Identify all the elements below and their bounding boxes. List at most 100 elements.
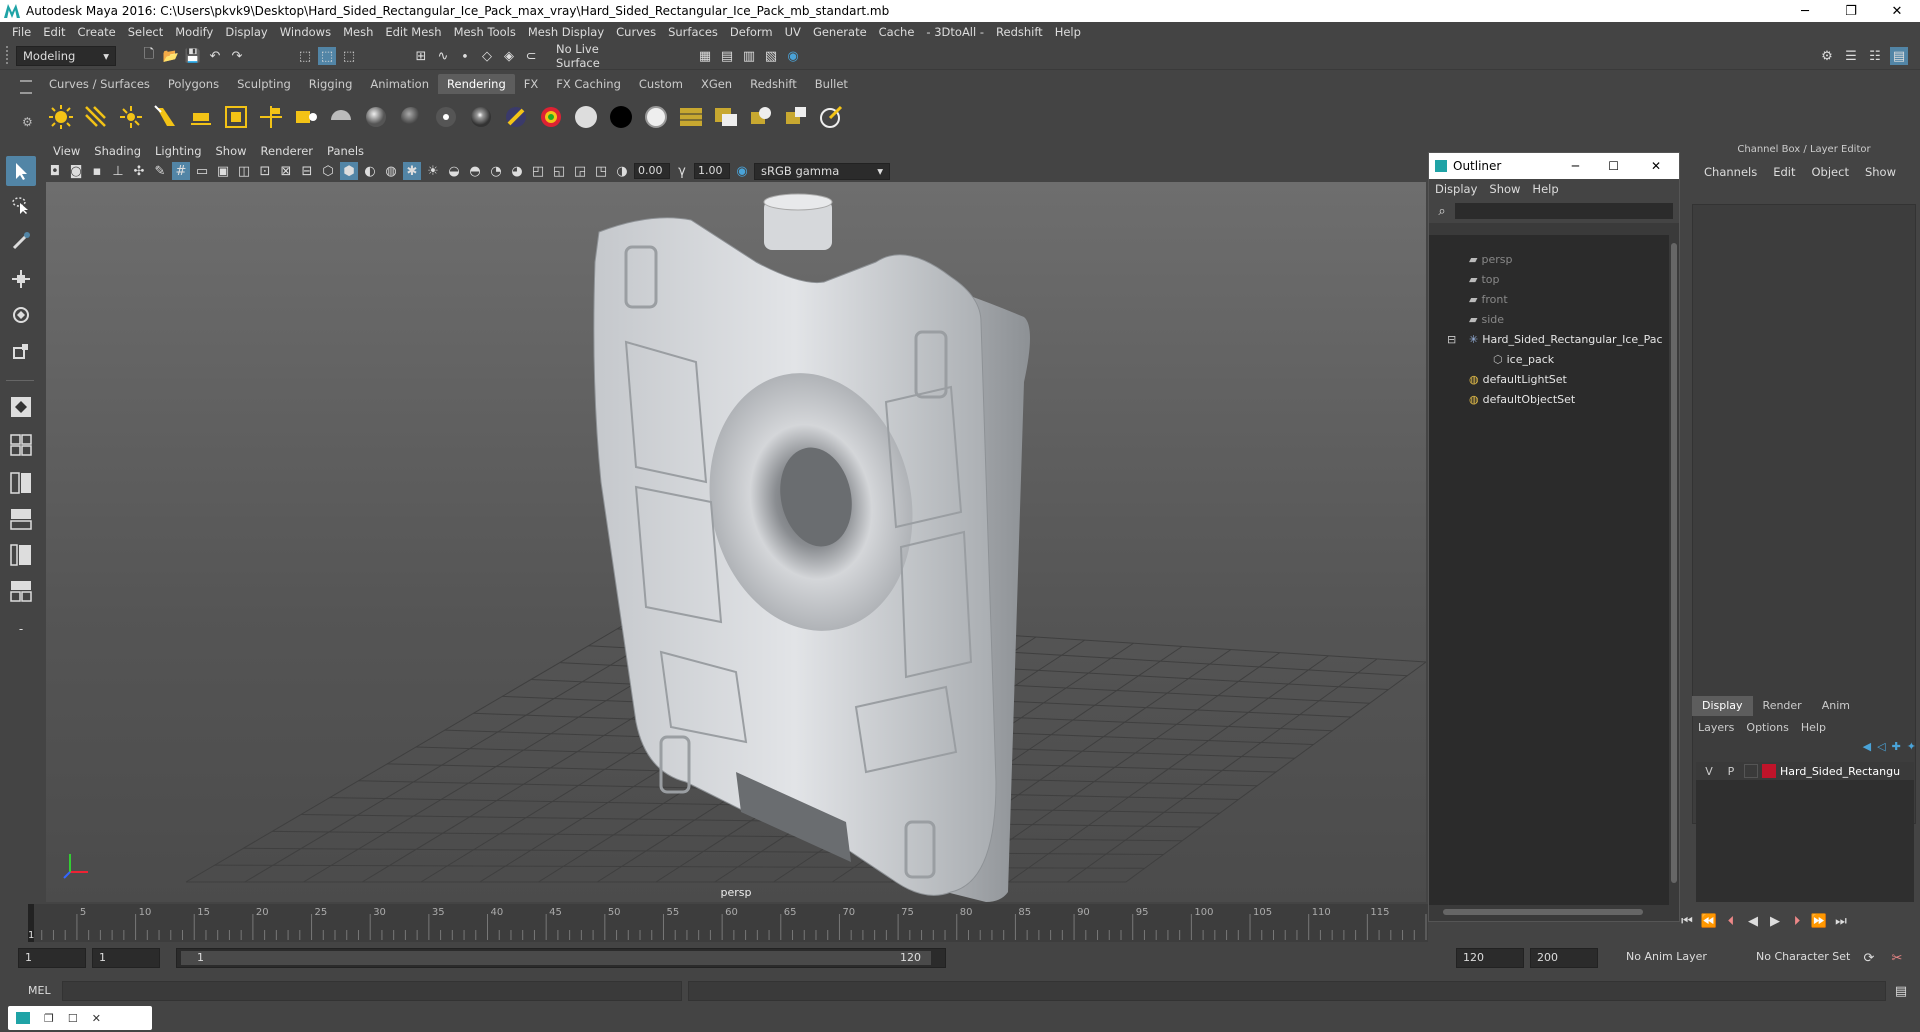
exposure-input[interactable]: 0.00 (634, 163, 670, 179)
phong-material-icon[interactable] (396, 102, 426, 132)
search-icon[interactable]: ⌕ (1433, 202, 1451, 220)
close-icon[interactable]: ✕ (92, 1012, 101, 1025)
select-camera-icon[interactable]: ◘ (46, 162, 64, 180)
shelf-tab-custom[interactable]: Custom (630, 74, 692, 94)
outliner-item-camera[interactable]: ▰ side (1469, 311, 1504, 329)
camera-icon[interactable] (256, 102, 286, 132)
collapse-icon[interactable]: ⊟ (1447, 331, 1456, 349)
layer-menu-item-layers[interactable]: Layers (1692, 718, 1740, 738)
channel-box-menu-item-2[interactable]: Object (1804, 165, 1857, 179)
ipr-render-icon[interactable]: ▥ (740, 47, 758, 65)
select-object-icon[interactable]: ⬚ (318, 47, 336, 65)
end-time-field[interactable]: 200 (1530, 948, 1598, 968)
blinn-material-icon[interactable] (361, 102, 391, 132)
menu-item-16[interactable]: Cache (873, 25, 921, 39)
animation-prefs-icon[interactable]: ✂ (1888, 949, 1906, 967)
field-chart-icon[interactable]: ⊡ (256, 162, 274, 180)
color-management-icon[interactable]: ◉ (733, 162, 751, 180)
playback-end-field[interactable]: 120 (1456, 948, 1524, 968)
layer-playback-toggle[interactable]: P (1722, 765, 1740, 778)
paint-select-icon[interactable] (6, 226, 36, 256)
outliner-search-input[interactable] (1455, 203, 1673, 219)
move-layer-up-icon[interactable]: ◀ (1863, 740, 1871, 760)
close-button[interactable]: ✕ (1651, 159, 1661, 173)
shelf-settings-icon[interactable]: ⚙ (22, 115, 33, 129)
viewport-menu-item-2[interactable]: Lighting (148, 142, 208, 160)
go-to-start-icon[interactable]: ⏮ (1678, 912, 1696, 930)
save-scene-icon[interactable]: 💾 (184, 47, 202, 65)
maximize-icon[interactable]: ☐ (68, 1012, 78, 1025)
restore-icon[interactable]: ❐ (44, 1012, 54, 1025)
new-layer-icon[interactable]: ✚ (1892, 740, 1901, 760)
grip-handle[interactable] (6, 46, 12, 64)
menu-item-14[interactable]: UV (779, 25, 807, 39)
outliner-item-camera[interactable]: ▰ top (1469, 271, 1500, 289)
move-layer-down-icon[interactable]: ◁ (1877, 740, 1885, 760)
menu-item-5[interactable]: Display (219, 25, 273, 39)
menu-item-17[interactable]: - 3DtoAll - (920, 25, 990, 39)
layer-tab-display[interactable]: Display (1692, 696, 1753, 716)
layer-visibility-toggle[interactable]: V (1700, 765, 1718, 778)
select-component-icon[interactable]: ⬚ (340, 47, 358, 65)
snap-surface-icon[interactable]: ◈ (500, 47, 518, 65)
phonge-material-icon[interactable] (431, 102, 461, 132)
camera-aim-icon[interactable] (291, 102, 321, 132)
channel-box-menu-item-0[interactable]: Channels (1696, 165, 1765, 179)
shelf-tab-rendering[interactable]: Rendering (438, 74, 515, 94)
minimized-window[interactable]: ❐ ☐ ✕ (8, 1006, 152, 1030)
shelf-tab-fx-caching[interactable]: FX Caching (547, 74, 630, 94)
mel-label[interactable]: MEL (28, 984, 51, 997)
outliner-menu-item-2[interactable]: Help (1526, 182, 1564, 196)
color-space-dropdown[interactable]: sRGB gamma ▾ (754, 162, 890, 180)
undo-icon[interactable]: ↶ (206, 47, 224, 65)
tool-settings-icon[interactable]: ☷ (1866, 47, 1884, 65)
motion-blur-icon[interactable]: ◓ (466, 162, 484, 180)
horizontal-scrollbar[interactable] (1433, 907, 1669, 917)
menu-item-8[interactable]: Edit Mesh (379, 25, 447, 39)
restore-button[interactable]: ❐ (1828, 0, 1874, 22)
layer-row[interactable]: V P Hard_Sided_Rectangular (1696, 762, 1914, 780)
lambert-material-icon[interactable] (326, 102, 356, 132)
surface-shader-icon[interactable] (571, 102, 601, 132)
render-frame-shelf-icon[interactable] (711, 102, 741, 132)
xray-components-icon[interactable]: ◳ (592, 162, 610, 180)
graph-layout-icon[interactable] (6, 504, 36, 534)
outliner-menu-item-0[interactable]: Display (1429, 182, 1483, 196)
hypershade-icon[interactable]: ◉ (784, 47, 802, 65)
point-light-icon[interactable] (116, 102, 146, 132)
select-tool-icon[interactable] (6, 156, 36, 186)
image-plane-icon[interactable]: ⊥ (109, 162, 127, 180)
go-to-end-icon[interactable]: ⏭ (1832, 912, 1850, 930)
shadows-icon[interactable]: ☀ (424, 162, 442, 180)
depth-of-field-icon[interactable]: ◕ (508, 162, 526, 180)
spot-light-icon[interactable] (151, 102, 181, 132)
outliner-layout-icon[interactable] (6, 468, 36, 498)
menu-item-12[interactable]: Surfaces (662, 25, 724, 39)
open-scene-icon[interactable]: 📂 (162, 47, 180, 65)
menu-item-4[interactable]: Modify (169, 25, 219, 39)
step-back-key-icon[interactable]: ⏪ (1700, 912, 1718, 930)
select-hierarchy-icon[interactable]: ⬚ (296, 47, 314, 65)
grid-toggle-icon[interactable]: # (172, 162, 190, 180)
bookmark-icon[interactable]: ▪ (88, 162, 106, 180)
vertical-scrollbar[interactable] (1669, 235, 1679, 905)
gamma-input[interactable]: 1.00 (694, 163, 730, 179)
redo-icon[interactable]: ↷ (228, 47, 246, 65)
time-slider[interactable]: 5 10 15 20 25 30 35 40 45 50 55 60 65 70 75 80 85 90 95 100… (28, 904, 1448, 942)
mel-input[interactable] (62, 981, 682, 1001)
script-editor-icon[interactable]: ▤ (1892, 982, 1910, 1000)
use-background-icon[interactable] (606, 102, 636, 132)
layer-tab-anim[interactable]: Anim (1812, 696, 1860, 716)
anti-aliasing-icon[interactable]: ◔ (487, 162, 505, 180)
exposure-icon[interactable]: ◑ (613, 162, 631, 180)
snap-grid-icon[interactable]: ⊞ (412, 47, 430, 65)
mode-dropdown[interactable]: Modeling ▾ (16, 46, 116, 66)
menu-item-13[interactable]: Deform (724, 25, 779, 39)
anisotropic-material-icon[interactable] (466, 102, 496, 132)
auto-key-icon[interactable]: ⟳ (1860, 949, 1878, 967)
playback-start-field[interactable]: 1 (92, 948, 160, 968)
move-tool-icon[interactable] (6, 264, 36, 294)
outliner-item-camera[interactable]: ▰ persp (1469, 251, 1512, 269)
layer-menu-item-options[interactable]: Options (1740, 718, 1794, 738)
rotate-tool-icon[interactable] (6, 300, 36, 330)
